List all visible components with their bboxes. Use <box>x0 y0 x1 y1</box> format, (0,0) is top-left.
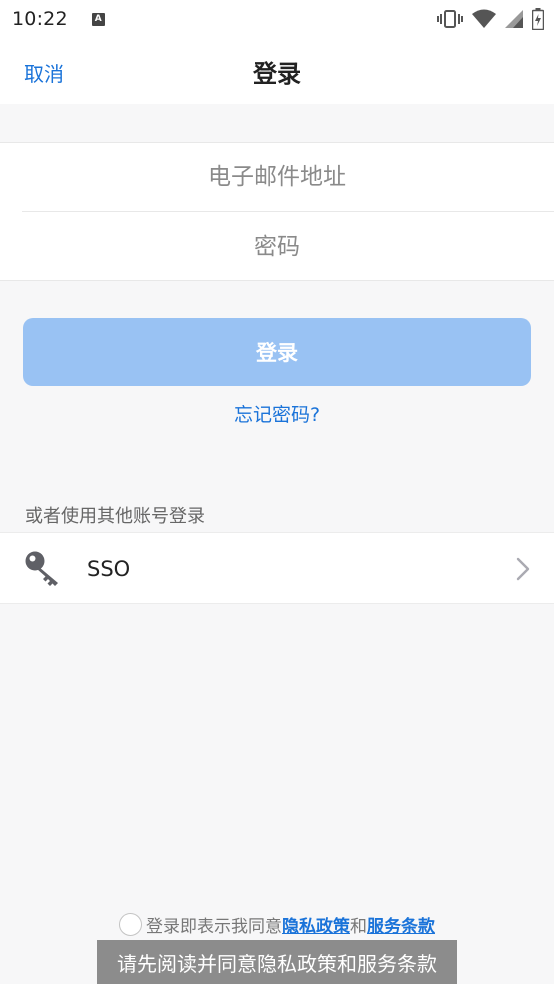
vibrate-icon <box>437 10 463 28</box>
signal-icon <box>505 10 523 28</box>
key-icon <box>25 551 58 586</box>
wifi-icon <box>472 9 496 28</box>
login-screen: 10:22 A 取消 登录 电子邮件地址 登录 忘记密码? 或者使用其他账号登录… <box>0 0 554 984</box>
login-form <box>0 142 554 281</box>
status-time: 10:22 <box>12 8 68 30</box>
agreement-prefix: 登录即表示我同意 <box>146 916 282 937</box>
a-icon: A <box>91 12 105 26</box>
battery-icon <box>532 8 544 30</box>
status-icons <box>437 8 544 30</box>
agreement-conjunction: 和 <box>350 916 367 937</box>
nav-header: 取消 登录 <box>0 38 554 104</box>
other-login-section-label: 或者使用其他账号登录 <box>25 506 205 527</box>
email-row <box>22 143 554 212</box>
password-row <box>22 212 554 281</box>
terms-of-service-link[interactable]: 服务条款 <box>367 912 435 937</box>
toast-message: 请先阅读并同意隐私政策和服务条款 <box>97 940 457 984</box>
password-input[interactable] <box>22 233 554 260</box>
login-button[interactable]: 登录 <box>23 318 531 386</box>
forgot-password-link[interactable]: 忘记密码? <box>0 400 554 427</box>
sso-label: SSO <box>87 557 131 581</box>
status-bar: 10:22 A <box>0 0 554 38</box>
agree-checkbox[interactable] <box>119 912 142 936</box>
page-title: 登录 <box>253 59 301 88</box>
chevron-right-icon <box>516 557 530 581</box>
agreement-row: 登录即表示我同意 隐私政策 和 服务条款 <box>0 910 554 938</box>
cancel-button[interactable]: 取消 <box>24 58 64 87</box>
privacy-policy-link[interactable]: 隐私政策 <box>282 912 350 937</box>
sso-login-item[interactable]: SSO <box>0 532 554 604</box>
email-input[interactable] <box>22 164 554 190</box>
